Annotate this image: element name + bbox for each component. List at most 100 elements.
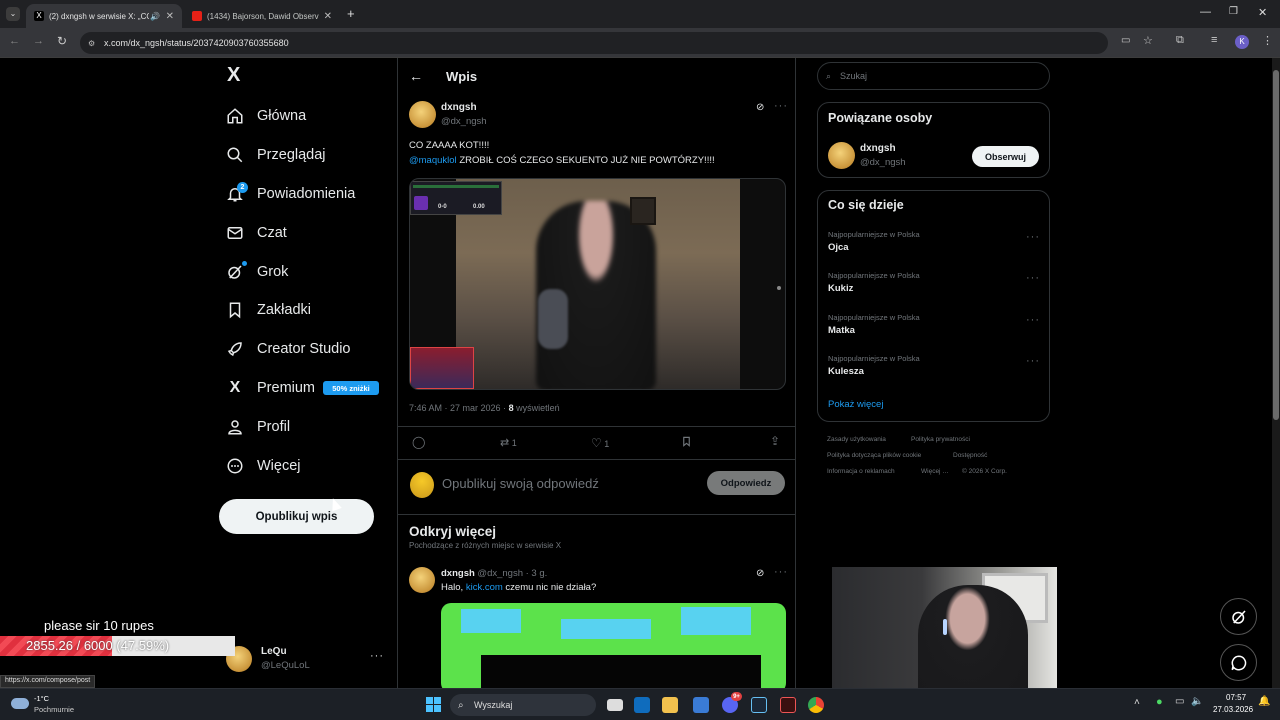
reply-icon[interactable]: ◯ bbox=[412, 435, 425, 449]
reply-input[interactable]: Opublikuj swoją odpowiedź bbox=[442, 476, 599, 491]
trend-more-icon[interactable]: ··· bbox=[1026, 314, 1040, 326]
nav-bookmarks[interactable]: Zakładki bbox=[225, 297, 311, 323]
close-tab-icon[interactable]: ✕ bbox=[324, 11, 332, 22]
microphone-icon[interactable]: ● bbox=[1156, 696, 1163, 708]
restore-icon[interactable]: ❐ bbox=[1229, 6, 1238, 17]
weather-temp[interactable]: -1°C bbox=[34, 694, 49, 703]
video-microphone bbox=[538, 289, 568, 349]
nav-premium[interactable]: X Premium bbox=[225, 375, 315, 401]
like-button[interactable]: ♡ 1 bbox=[591, 436, 609, 450]
discover-more-icon[interactable]: ··· bbox=[774, 566, 788, 578]
footer-link[interactable]: Dostępność bbox=[953, 452, 987, 459]
share-icon[interactable]: ⇪ bbox=[770, 434, 780, 448]
media-icon[interactable]: ≡ bbox=[1211, 34, 1217, 46]
page-scrollbar[interactable] bbox=[1272, 58, 1280, 688]
forward-icon[interactable]: → bbox=[33, 35, 44, 47]
trend-name[interactable]: Kulesza bbox=[828, 366, 864, 377]
volume-icon[interactable]: 🔈 bbox=[1191, 696, 1203, 707]
trend-name[interactable]: Ojca bbox=[828, 242, 849, 253]
steam-icon[interactable] bbox=[751, 697, 767, 713]
footer-link[interactable]: Więcej … bbox=[921, 468, 949, 475]
store-icon[interactable] bbox=[693, 697, 709, 713]
floating-grok-button[interactable] bbox=[1220, 598, 1257, 635]
network-icon[interactable]: ▭ bbox=[1175, 696, 1184, 707]
close-window-icon[interactable]: ✕ bbox=[1258, 6, 1267, 19]
file-explorer-icon[interactable] bbox=[662, 697, 678, 713]
tray-chevron-icon[interactable]: ˄ bbox=[1134, 697, 1140, 708]
post-video[interactable]: 0-0 0.00 bbox=[409, 178, 786, 390]
back-icon[interactable]: ← bbox=[9, 35, 20, 47]
search-input[interactable]: ⌕ Szukaj bbox=[817, 62, 1050, 90]
nav-label: Premium bbox=[257, 380, 316, 396]
post-more-icon[interactable]: ··· bbox=[774, 100, 788, 112]
discover-post-image[interactable] bbox=[441, 603, 786, 688]
author-avatar[interactable] bbox=[409, 101, 436, 128]
address-bar[interactable]: ⚙ x.com/dx_ngsh/status/20374209037603556… bbox=[80, 32, 1108, 54]
mention-link[interactable]: @maquklol bbox=[409, 155, 457, 166]
nav-home[interactable]: Główna bbox=[225, 103, 306, 129]
browser-tab[interactable]: (1434) Bajorson, Dawid Observ ✕ bbox=[184, 4, 340, 28]
video-progress-dot[interactable] bbox=[777, 286, 781, 290]
nav-explore[interactable]: Przeglądaj bbox=[225, 142, 326, 168]
footer-link[interactable]: Informacja o reklamach bbox=[827, 468, 895, 475]
account-more-icon[interactable]: ··· bbox=[370, 650, 384, 662]
clock-time[interactable]: 07:57 bbox=[1226, 693, 1246, 702]
speaker-icon[interactable]: 🔊 bbox=[150, 12, 160, 21]
browser-menu-icon[interactable]: ⋮ bbox=[1262, 34, 1273, 47]
outlook-icon[interactable] bbox=[634, 697, 650, 713]
obs-icon[interactable] bbox=[780, 697, 796, 713]
repost-button[interactable]: ⇄ 1 bbox=[500, 436, 517, 449]
related-name[interactable]: dxngsh bbox=[860, 143, 896, 154]
footer-link[interactable]: Zasady użytkowania bbox=[827, 436, 886, 443]
nav-grok[interactable]: Grok bbox=[225, 259, 288, 285]
minimize-icon[interactable]: — bbox=[1200, 6, 1211, 18]
clock-date[interactable]: 27.03.2026 bbox=[1213, 705, 1253, 714]
close-tab-icon[interactable]: ✕ bbox=[166, 11, 174, 22]
footer-link[interactable]: Polityka dotycząca plików cookie bbox=[827, 452, 921, 459]
new-tab-button[interactable]: + bbox=[347, 6, 355, 21]
notifications-icon[interactable]: 🔔 bbox=[1258, 696, 1270, 707]
nav-more[interactable]: Więcej bbox=[225, 453, 301, 479]
trend-name[interactable]: Kukiz bbox=[828, 283, 853, 294]
nav-creator-studio[interactable]: Creator Studio bbox=[225, 336, 351, 362]
show-more-link[interactable]: Pokaż więcej bbox=[828, 399, 883, 410]
bookmark-star-icon[interactable]: ☆ bbox=[1143, 34, 1153, 47]
trend-more-icon[interactable]: ··· bbox=[1026, 272, 1040, 284]
site-info-icon[interactable]: ⚙ bbox=[88, 39, 95, 48]
extensions-icon[interactable]: ⧉ bbox=[1176, 34, 1184, 47]
trend-more-icon[interactable]: ··· bbox=[1026, 231, 1040, 243]
donation-progress-text: 2855.26 / 6000 (47.59%) bbox=[26, 638, 170, 653]
windows-start-icon[interactable] bbox=[426, 697, 441, 712]
scrollbar-thumb[interactable] bbox=[1273, 70, 1279, 420]
account-name[interactable]: LeQu bbox=[261, 646, 287, 657]
kick-link[interactable]: kick.com bbox=[466, 582, 503, 593]
discover-author-name[interactable]: dxngsh bbox=[441, 568, 475, 579]
floating-chat-button[interactable] bbox=[1220, 644, 1257, 681]
post-button[interactable]: Opublikuj wpis bbox=[219, 499, 374, 534]
related-avatar[interactable] bbox=[828, 142, 855, 169]
profile-avatar[interactable]: K bbox=[1235, 35, 1249, 49]
bookmark-action-icon[interactable] bbox=[681, 435, 692, 453]
x-logo[interactable]: X bbox=[227, 64, 240, 87]
task-view-icon[interactable] bbox=[607, 699, 623, 711]
chrome-icon[interactable] bbox=[808, 697, 824, 713]
trend-more-icon[interactable]: ··· bbox=[1026, 355, 1040, 367]
author-name[interactable]: dxngsh bbox=[441, 102, 477, 113]
cast-icon[interactable]: ▭ bbox=[1121, 35, 1130, 46]
trend-name[interactable]: Matka bbox=[828, 325, 855, 336]
follow-button[interactable]: Obserwuj bbox=[972, 146, 1039, 167]
footer-link[interactable]: Polityka prywatności bbox=[911, 436, 970, 443]
taskbar-search[interactable]: ⌕ Wyszukaj bbox=[450, 694, 596, 716]
nav-profile[interactable]: Profil bbox=[225, 414, 290, 440]
author-handle[interactable]: @dx_ngsh bbox=[441, 116, 487, 127]
x-favicon-icon: X bbox=[34, 11, 44, 21]
reload-icon[interactable]: ↻ bbox=[57, 34, 67, 48]
nav-chat[interactable]: Czat bbox=[225, 220, 287, 246]
grok-explain-icon[interactable]: ⊘ bbox=[756, 102, 764, 113]
reply-button[interactable]: Odpowiedz bbox=[707, 471, 785, 495]
discover-grok-icon[interactable]: ⊘ bbox=[756, 568, 764, 579]
browser-tab-active[interactable]: X (2) dxngsh w serwisie X: „CO 🔊 ✕ bbox=[26, 4, 182, 28]
back-arrow-icon[interactable]: ← bbox=[409, 68, 423, 84]
discover-author-avatar[interactable] bbox=[409, 567, 435, 593]
tab-search-button[interactable]: ⌄ bbox=[6, 7, 20, 21]
